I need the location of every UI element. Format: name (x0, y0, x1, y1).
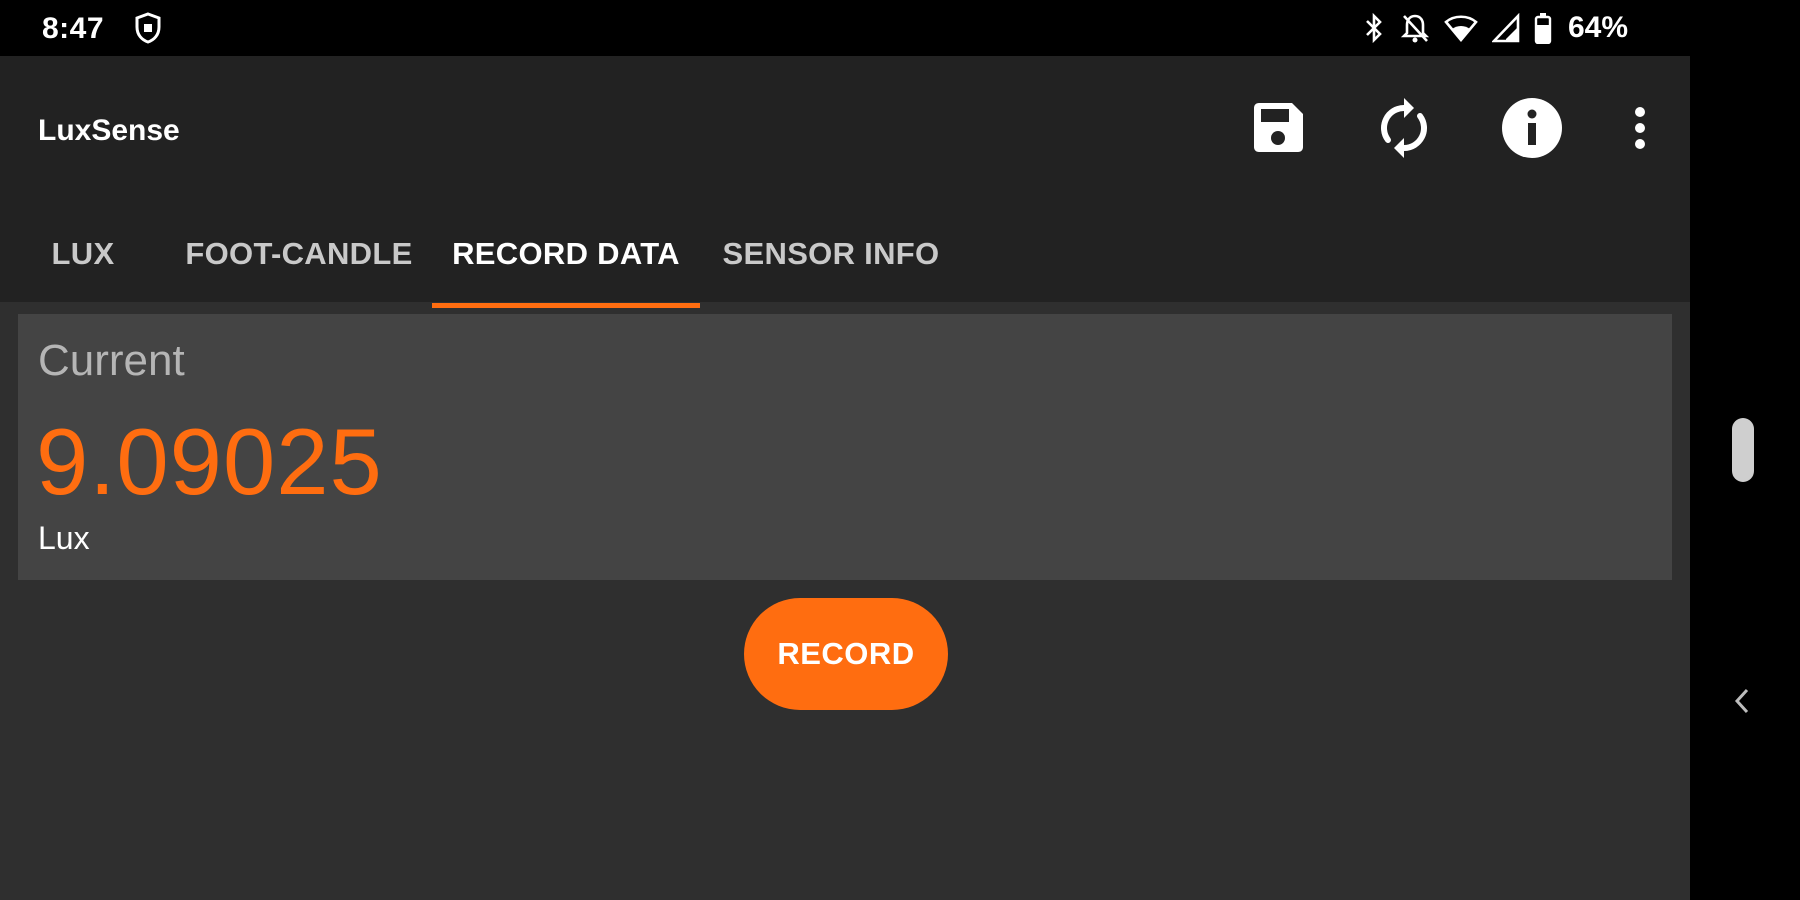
notifications-off-icon (1400, 12, 1430, 44)
bluetooth-icon (1362, 12, 1386, 44)
scroll-handle[interactable] (1732, 418, 1754, 482)
record-button[interactable]: RECORD (744, 598, 948, 710)
tab-record-data[interactable]: RECORD DATA (432, 206, 700, 308)
tab-lux[interactable]: LUX (0, 206, 166, 302)
app-title: LuxSense (38, 114, 180, 147)
chevron-left-icon[interactable] (1728, 684, 1756, 718)
tab-label: RECORD DATA (452, 236, 680, 271)
battery-icon (1534, 12, 1552, 44)
app-window: LuxSense LUX FOOT-CANDLE RECORD DATA SEN… (0, 56, 1690, 900)
info-icon[interactable] (1498, 94, 1566, 162)
tab-label: LUX (51, 236, 115, 271)
status-bar: 8:47 64% (0, 0, 1800, 56)
current-reading-card: Current 9.09025 Lux (18, 314, 1672, 580)
more-vert-icon[interactable] (1606, 94, 1674, 162)
reading-label: Current (38, 336, 185, 385)
reading-unit: Lux (38, 520, 90, 556)
tab-label: FOOT-CANDLE (185, 236, 413, 271)
status-time: 8:47 (42, 12, 105, 45)
battery-percent: 64% (1567, 11, 1628, 44)
tab-label: SENSOR INFO (722, 236, 940, 271)
signal-icon (1491, 13, 1520, 43)
wifi-icon (1444, 13, 1478, 43)
save-icon[interactable] (1244, 94, 1312, 162)
tab-foot-candle[interactable]: FOOT-CANDLE (166, 206, 432, 302)
tab-sensor-info[interactable]: SENSOR INFO (700, 206, 962, 302)
tab-bar: LUX FOOT-CANDLE RECORD DATA SENSOR INFO (0, 206, 962, 308)
system-edge (1690, 56, 1800, 900)
status-icons: 64% (1362, 10, 1628, 46)
reading-value: 9.09025 (36, 409, 383, 514)
refresh-icon[interactable] (1370, 94, 1438, 162)
shield-icon (134, 12, 162, 44)
